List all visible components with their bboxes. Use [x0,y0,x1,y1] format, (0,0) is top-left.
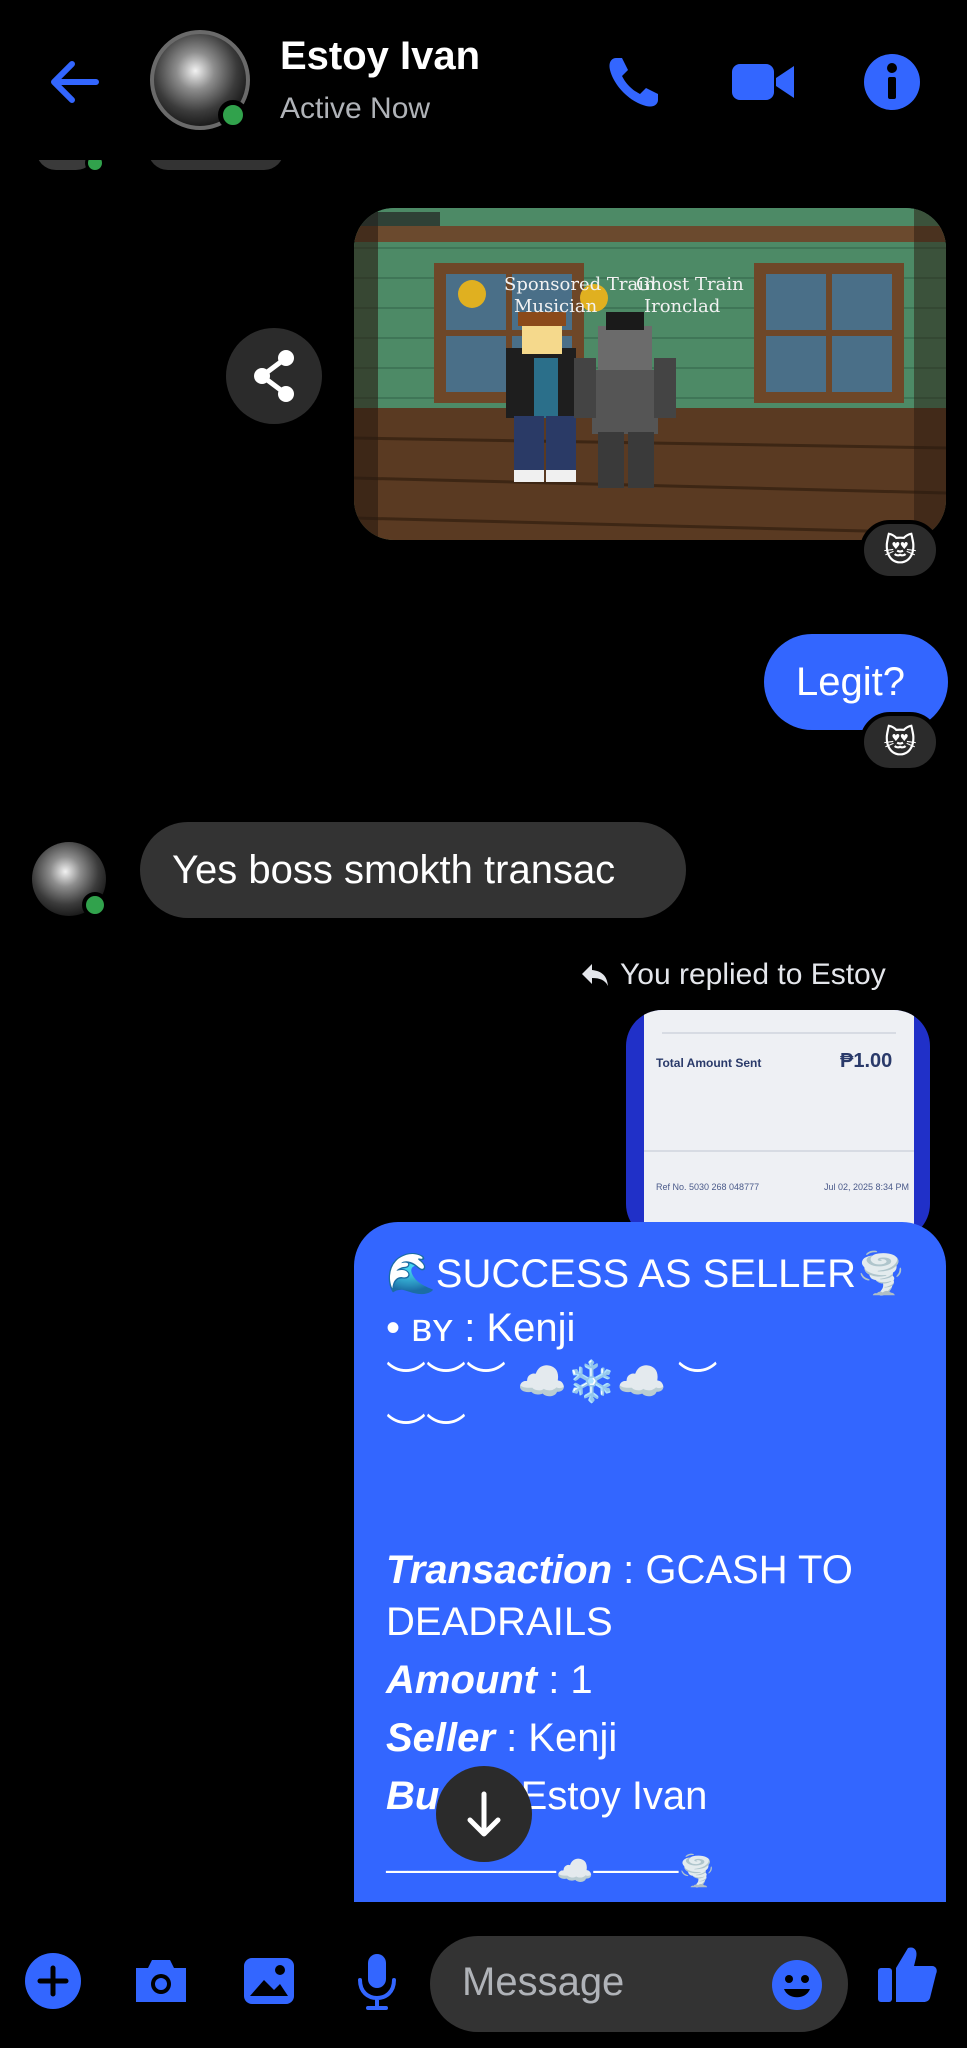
share-icon [254,350,294,402]
receipt-total-label: Total Amount Sent [656,1056,762,1070]
seller-line: Seller : Kenji [386,1716,618,1760]
svg-text:Musician: Musician [514,296,598,317]
camera-icon[interactable] [130,1950,192,2012]
share-button[interactable] [226,328,322,424]
phone-icon[interactable] [602,50,666,114]
info-icon[interactable] [860,50,924,114]
replied-receipt-image[interactable]: Total Amount Sent ₱1.00 Ref No. 5030 268… [626,1010,930,1240]
game-screenshot-image[interactable]: Sponsored Train Musician Ghost Train Iro… [354,208,946,540]
thumbs-up-icon[interactable] [872,1940,942,2010]
message-text: Legit? [796,660,905,704]
receipt-total-value: ₱1.00 [840,1050,893,1072]
reply-context-label: You replied to Estoy [580,958,886,992]
message-placeholder: Message [462,1960,625,2004]
online-indicator [82,892,108,918]
message-text: Yes boss smokth transac [172,848,616,892]
receipt-body: Total Amount Sent ₱1.00 Ref No. 5030 268… [644,1010,914,1240]
message-input[interactable]: Message [430,1936,848,2032]
arrow-down-icon [467,1791,501,1837]
amount-line: Amount : 1 [386,1658,593,1702]
online-indicator [218,100,248,130]
receipt-date: Jul 02, 2025 8:34 PM [824,1182,910,1192]
transaction-line-cont: DEADRAILS [386,1600,613,1644]
decoration-line: ︶︶︶ ☁️❄️☁️ ︶ [386,1360,718,1404]
microphone-icon[interactable] [346,1950,408,2012]
reply-arrow-icon [582,964,608,986]
back-arrow-icon[interactable] [44,52,104,112]
gallery-icon[interactable] [238,1950,300,2012]
by-line: • ʙʏ : Kenji [386,1306,576,1350]
plus-icon[interactable] [22,1950,84,2012]
video-camera-icon[interactable] [728,50,798,114]
transaction-line: Transaction : GCASH TO [386,1548,853,1592]
buyer-line: Bu : Estoy Ivan [386,1774,708,1818]
svg-text:Sponsored Train: Sponsored Train [504,274,656,295]
decoration-line: ︶︶ [386,1412,466,1456]
title-line: 🌊SUCCESS AS SELLER🌪️ [386,1252,906,1296]
contact-name[interactable]: Estoy Ivan [280,34,480,79]
reaction-badge[interactable]: 😻 [860,520,940,580]
emoji-icon[interactable] [770,1958,824,2012]
svg-text:Ghost Train: Ghost Train [636,274,744,295]
chat-header: Estoy Ivan Active Now [0,0,967,160]
contact-status: Active Now [280,92,431,125]
incoming-message[interactable]: Yes boss smokth transac [140,822,686,918]
receipt-ref: Ref No. 5030 268 048777 [656,1182,760,1192]
svg-text:Ironclad: Ironclad [644,296,720,317]
scroll-to-bottom-button[interactable] [436,1766,532,1862]
reaction-badge[interactable]: 😻 [860,712,940,772]
